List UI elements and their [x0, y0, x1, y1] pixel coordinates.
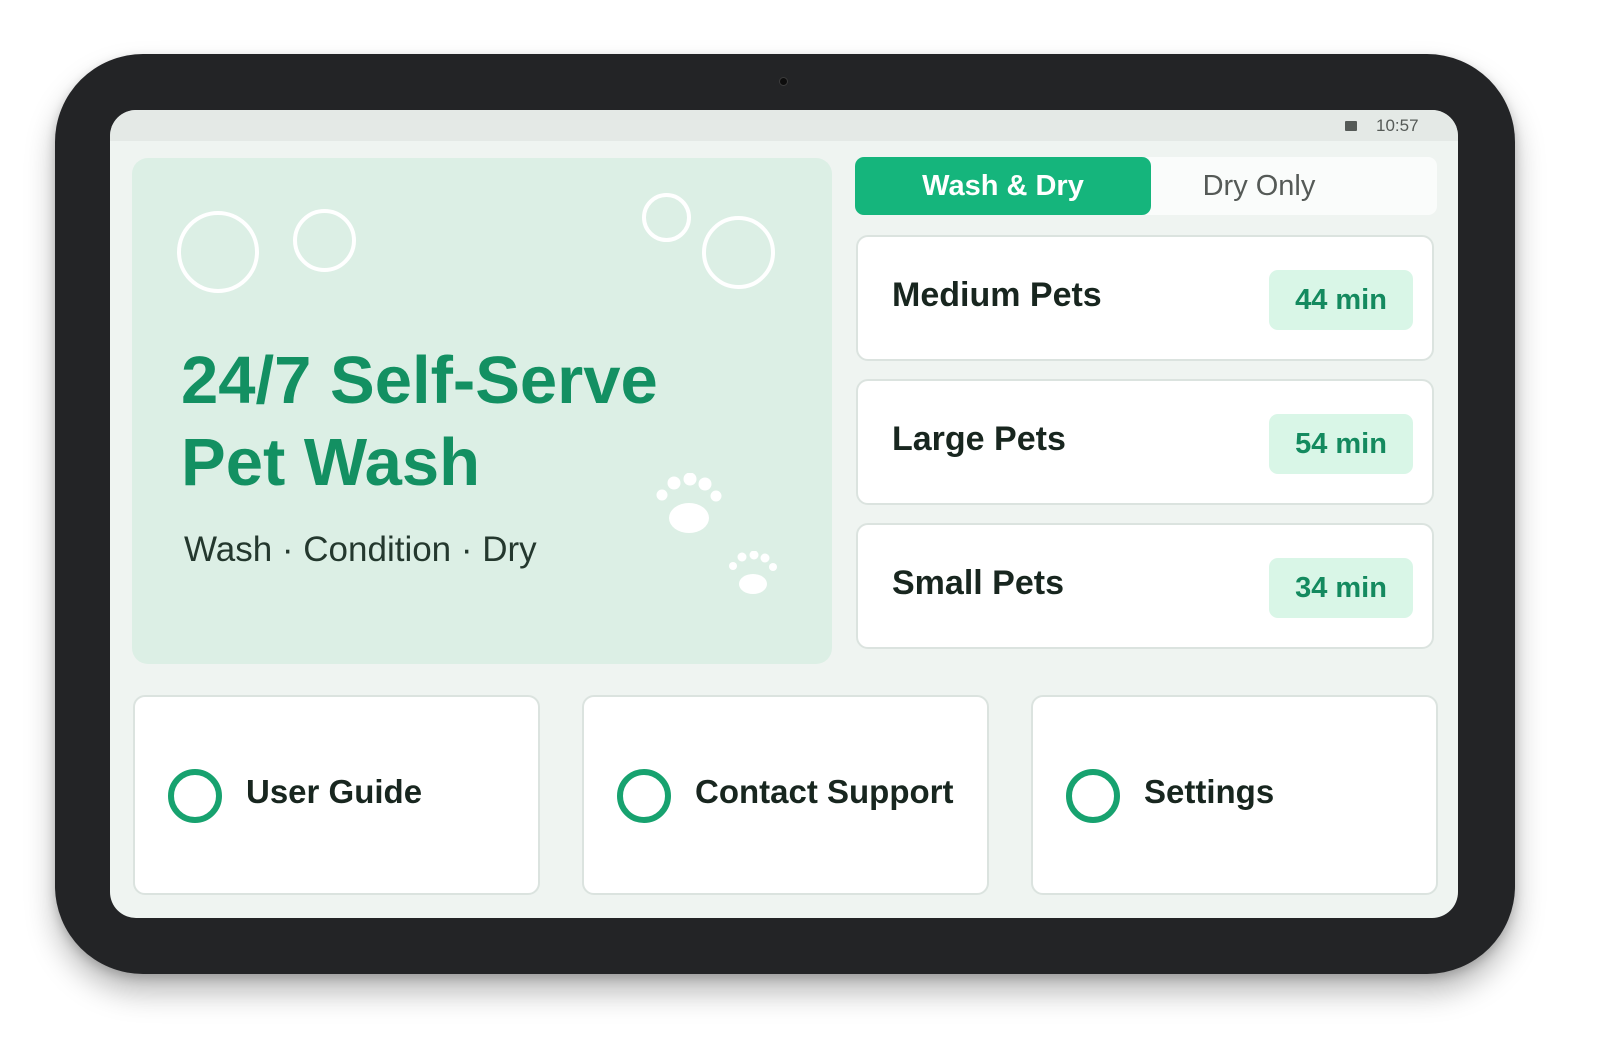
hero-title-line2: Pet Wash: [181, 425, 481, 500]
bubble-icon: [642, 193, 691, 242]
bubble-icon: [177, 211, 259, 293]
service-mode-tabs: Wash & Dry Dry Only: [855, 157, 1437, 215]
hero-title: 24/7 Self-Serve Pet Wash: [181, 340, 658, 504]
duration-badge: 54 min: [1269, 414, 1413, 474]
ring-icon: [1066, 769, 1120, 823]
pet-size-label: Medium Pets: [892, 276, 1102, 314]
pet-size-label: Large Pets: [892, 420, 1066, 458]
status-time: 10:57: [1376, 116, 1419, 135]
ring-icon: [617, 769, 671, 823]
paw-print-icon: [656, 473, 722, 533]
hero-banner: 24/7 Self-Serve Pet Wash Wash · Conditio…: [132, 158, 832, 664]
user-guide-button[interactable]: User Guide: [133, 695, 540, 895]
status-bar: 10:57: [110, 110, 1458, 141]
kiosk-screen: 10:57 24/7 Self-Serve Pet Wash Wash · Co…: [110, 110, 1458, 918]
ring-icon: [168, 769, 222, 823]
contact-support-button[interactable]: Contact Support: [582, 695, 989, 895]
pet-size-option-medium[interactable]: Medium Pets 44 min: [856, 235, 1434, 361]
duration-badge: 34 min: [1269, 558, 1413, 618]
pet-size-option-small[interactable]: Small Pets 34 min: [856, 523, 1434, 649]
bubble-icon: [293, 209, 356, 272]
tab-dry-only[interactable]: Dry Only: [1151, 157, 1367, 215]
action-label: User Guide: [246, 773, 423, 810]
hero-subtitle: Wash · Condition · Dry: [184, 530, 537, 569]
tablet-device: 10:57 24/7 Self-Serve Pet Wash Wash · Co…: [55, 54, 1515, 974]
hero-title-line1: 24/7 Self-Serve: [181, 343, 658, 418]
battery-icon: [1345, 121, 1357, 131]
bubble-icon: [702, 216, 775, 289]
action-label: Contact Support: [695, 773, 954, 810]
paw-print-icon: [729, 551, 777, 594]
pet-size-label: Small Pets: [892, 564, 1064, 602]
tab-wash-and-dry[interactable]: Wash & Dry: [855, 157, 1151, 215]
front-camera: [779, 77, 788, 86]
settings-button[interactable]: Settings: [1031, 695, 1438, 895]
pet-size-option-large[interactable]: Large Pets 54 min: [856, 379, 1434, 505]
action-label: Settings: [1144, 773, 1275, 810]
duration-badge: 44 min: [1269, 270, 1413, 330]
